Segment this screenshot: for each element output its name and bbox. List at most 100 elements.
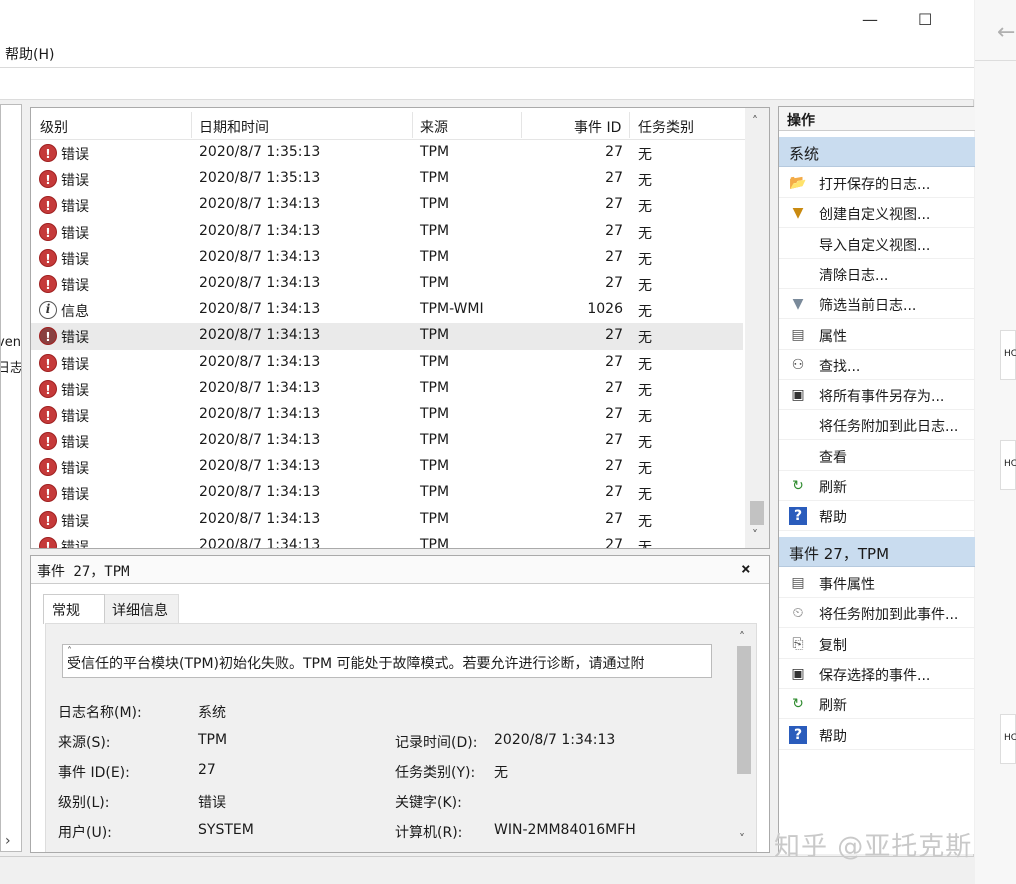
table-row[interactable]: ! 错误 2020/8/7 1:34:13 TPM 无 27: [31, 533, 743, 549]
event-message-box[interactable]: 受信任的平台模块(TPM)初始化失败。TPM 可能处于故障模式。若要允许进行诊断…: [62, 644, 712, 678]
save-icon: ▣: [791, 387, 805, 404]
table-row[interactable]: ! 错误 2020/8/7 1:35:13 TPM 无 27: [31, 140, 743, 166]
table-row[interactable]: ! 错误 2020/8/7 1:34:13 TPM 无 27: [31, 480, 743, 506]
cell-task: 无: [638, 487, 652, 504]
action-label: 打开保存的日志...: [819, 177, 931, 193]
adjacent-window: ← HC HC HC: [975, 0, 1016, 884]
column-separator[interactable]: [521, 112, 522, 138]
action-item[interactable]: ▤ 事件属性: [779, 568, 975, 598]
level-value: 错误: [198, 795, 226, 811]
tab-details[interactable]: 详细信息: [103, 594, 179, 624]
menu-help[interactable]: 帮助(H): [5, 44, 54, 64]
action-item[interactable]: ? 帮助: [779, 501, 975, 532]
close-icon[interactable]: ×: [741, 559, 751, 578]
error-icon: !: [39, 536, 57, 548]
scroll-up-icon[interactable]: ˄: [739, 630, 745, 644]
action-item[interactable]: 导入自定义视图...: [779, 229, 975, 259]
hc-card[interactable]: HC: [1000, 330, 1016, 380]
action-label: 查找...: [819, 358, 861, 375]
cell-source: TPM: [420, 510, 450, 527]
action-item[interactable]: ▣ 保存选择的事件...: [779, 659, 975, 689]
cell-datetime: 2020/8/7 1:34:13: [199, 405, 321, 422]
scroll-thumb[interactable]: [737, 646, 751, 774]
event-detail-pane: 事件 27，TPM × 详细信息 常规 受信任的平台模块(TPM)初始化失败。T…: [30, 555, 770, 853]
scroll-down-icon[interactable]: ˅: [739, 832, 745, 846]
spin-up-icon[interactable]: ˄: [67, 646, 709, 657]
attach-task-icon: ⏲: [792, 605, 804, 622]
table-row[interactable]: ! 错误 2020/8/7 1:34:13 TPM 无 27: [31, 454, 743, 480]
table-row[interactable]: ! 错误 2020/8/7 1:34:13 TPM 无 27: [31, 271, 743, 297]
cell-event-id: 27: [605, 144, 623, 160]
tree-item-text-2[interactable]: 日志: [1, 357, 21, 376]
column-separator[interactable]: [629, 112, 630, 138]
spin-down-icon[interactable]: ˅: [67, 661, 709, 672]
section-title: 系统: [789, 145, 820, 163]
column-header-datetime[interactable]: 日期和时间: [199, 117, 269, 137]
action-item[interactable]: ▼ 创建自定义视图...: [779, 198, 975, 229]
detail-scrollbar[interactable]: ˄ ˅: [732, 624, 756, 852]
cell-datetime: 2020/8/7 1:35:13: [199, 144, 321, 160]
table-row[interactable]: ! 错误 2020/8/7 1:34:13 TPM 无 27: [31, 376, 743, 402]
column-header-task[interactable]: 任务类别: [638, 117, 694, 137]
table-row[interactable]: ! 错误 2020/8/7 1:34:13 TPM 无 27: [31, 428, 743, 454]
action-item[interactable]: ? 帮助: [779, 720, 975, 750]
action-item[interactable]: ▼ 筛选当前日志...: [779, 289, 975, 320]
minimize-button[interactable]: —: [862, 10, 878, 29]
action-item[interactable]: ▣ 将所有事件另存为...: [779, 380, 975, 411]
column-separator[interactable]: [412, 112, 413, 138]
source-value: TPM: [198, 732, 228, 748]
table-row[interactable]: ! 错误 2020/8/7 1:35:13 TPM 无 27: [31, 166, 743, 192]
actions-section-system[interactable]: 系统: [779, 137, 975, 167]
hc-card[interactable]: HC: [1000, 440, 1016, 490]
action-item[interactable]: ⏲ 将任务附加到此事件...: [779, 598, 975, 629]
action-label: 帮助: [819, 510, 847, 527]
cell-source: TPM: [420, 222, 450, 239]
column-header-level[interactable]: 级别: [40, 117, 68, 137]
scroll-thumb[interactable]: [750, 501, 764, 525]
column-separator[interactable]: [191, 112, 192, 138]
table-row[interactable]: ! 错误 2020/8/7 1:34:13 TPM 无 27: [31, 192, 743, 218]
action-item[interactable]: ↻ 刷新: [779, 471, 975, 501]
event-list[interactable]: 级别 日期和时间 来源 事件 ID 任务类别 ! 错误 2020/8/7 1:35:…: [30, 107, 770, 549]
action-item[interactable]: 清除日志...: [779, 259, 975, 289]
maximize-button[interactable]: ☐: [918, 10, 932, 29]
column-header-event-id[interactable]: 事件 ID: [574, 117, 621, 137]
scroll-down-icon[interactable]: ˅: [752, 528, 758, 542]
navigation-tree[interactable]: ven 日志 ›: [0, 104, 22, 852]
logged-value: 2020/8/7 1:34:13: [494, 732, 616, 748]
table-row[interactable]: ! 错误 2020/8/7 1:34:13 TPM 无 27: [31, 350, 743, 376]
action-item[interactable]: ⎘ 复制: [779, 629, 975, 659]
error-icon: !: [39, 432, 57, 451]
action-item[interactable]: 📂 打开保存的日志...: [779, 168, 975, 198]
tree-item-text[interactable]: ven: [1, 335, 21, 350]
actions-section-event[interactable]: 事件 27，TPM: [779, 537, 975, 567]
action-item[interactable]: ↻ 刷新: [779, 689, 975, 720]
cell-task: 无: [638, 225, 652, 242]
table-row[interactable]: ! 错误 2020/8/7 1:34:13 TPM 无 27: [31, 245, 743, 271]
cell-event-id: 27: [605, 432, 623, 449]
list-scrollbar[interactable]: ˄ ˅: [745, 108, 769, 548]
action-item[interactable]: ⚇ 查找...: [779, 350, 975, 380]
action-item[interactable]: 将任务附加到此日志...: [779, 410, 975, 441]
error-icon: !: [39, 274, 57, 293]
cell-task: 无: [638, 539, 652, 549]
hc-card[interactable]: HC: [1000, 714, 1016, 764]
table-row[interactable]: i 信息 2020/8/7 1:34:13 TPM-WMI 无 1026: [31, 297, 743, 323]
tab-general[interactable]: 常规: [43, 594, 105, 624]
cell-level: 错误: [61, 251, 89, 268]
info-icon: i: [39, 301, 57, 320]
table-row[interactable]: ! 错误 2020/8/7 1:34:13 TPM 无 27: [31, 323, 743, 350]
table-row[interactable]: ! 错误 2020/8/7 1:34:13 TPM 无 27: [31, 219, 743, 245]
table-row[interactable]: ! 错误 2020/8/7 1:34:13 TPM 无 27: [31, 402, 743, 428]
scroll-up-icon[interactable]: ˄: [752, 114, 758, 128]
back-arrow-icon[interactable]: ←: [997, 20, 1015, 45]
action-item[interactable]: ▤ 属性: [779, 320, 975, 350]
help-icon: ?: [789, 725, 807, 744]
cell-event-id: 27: [605, 484, 623, 501]
action-label: 属性: [819, 328, 847, 345]
collapse-arrow-icon[interactable]: ›: [5, 833, 11, 849]
table-row[interactable]: ! 错误 2020/8/7 1:34:13 TPM 无 27: [31, 507, 743, 533]
cell-level: 错误: [61, 147, 89, 163]
column-header-source[interactable]: 来源: [420, 117, 448, 137]
action-item[interactable]: 查看: [779, 441, 975, 471]
